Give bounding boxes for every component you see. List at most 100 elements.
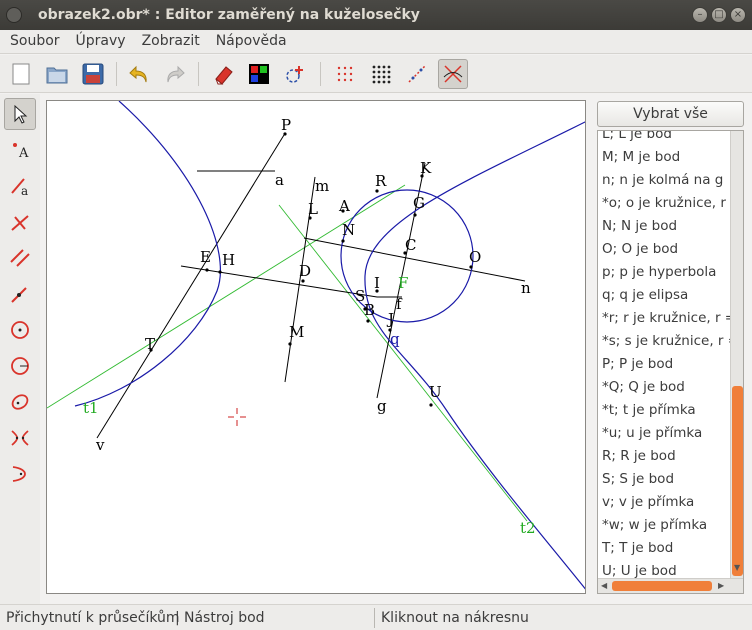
redo-icon[interactable] bbox=[160, 59, 190, 89]
label-b: B bbox=[364, 301, 376, 319]
list-item[interactable]: *Q; Q je bod bbox=[598, 376, 730, 399]
minimize-icon[interactable]: – bbox=[692, 7, 708, 23]
tangent-line-t2 bbox=[278, 204, 528, 522]
window-title: obrazek2.obr* : Editor zaměřený na kužel… bbox=[38, 7, 420, 23]
color-picker-icon[interactable] bbox=[244, 59, 274, 89]
menu-help[interactable]: Nápověda bbox=[206, 30, 293, 53]
parabola-tool-icon[interactable] bbox=[4, 458, 36, 490]
list-item[interactable]: M; M je bod bbox=[598, 146, 730, 169]
perpendicular-tool-icon[interactable] bbox=[4, 206, 36, 238]
object-list[interactable]: L; L je bod M; M je bod n; n je kolmá na g… bbox=[597, 130, 744, 594]
point-g[interactable] bbox=[413, 213, 417, 217]
hyperbola-tool-icon[interactable] bbox=[4, 422, 36, 454]
grid-dots-small-icon[interactable] bbox=[330, 59, 360, 89]
svg-text:A: A bbox=[18, 146, 29, 161]
label-g-point: G bbox=[413, 194, 425, 212]
point-e[interactable] bbox=[205, 268, 209, 272]
list-item[interactable]: *u; u je přímka bbox=[598, 422, 730, 445]
vertical-scrollbar[interactable]: ▼ bbox=[730, 131, 743, 579]
label-f-line: f bbox=[396, 295, 402, 313]
list-item[interactable]: *t; t je přímka bbox=[598, 399, 730, 422]
list-item[interactable]: P; P je bod bbox=[598, 353, 730, 376]
undo-icon[interactable] bbox=[124, 59, 154, 89]
open-icon[interactable] bbox=[42, 59, 72, 89]
list-item[interactable]: q; q je elipsa bbox=[598, 284, 730, 307]
list-item[interactable]: *o; o je kružnice, r = 1 bbox=[598, 192, 730, 215]
horizontal-scroll-thumb[interactable] bbox=[612, 581, 712, 591]
list-item[interactable]: *r; r je kružnice, r = 1 bbox=[598, 307, 730, 330]
menu-file[interactable]: Soubor bbox=[0, 30, 66, 53]
construction-figure bbox=[47, 101, 585, 590]
pointer-icon[interactable] bbox=[4, 98, 36, 130]
add-style-icon[interactable] bbox=[280, 59, 310, 89]
list-item[interactable]: T; T je bod bbox=[598, 537, 730, 560]
status-snap: Přichytnutí k průsečíkům bbox=[6, 610, 180, 626]
label-n-line: n bbox=[521, 279, 531, 297]
circle-tool-icon[interactable] bbox=[4, 314, 36, 346]
select-all-button[interactable]: Vybrat vše bbox=[597, 101, 744, 127]
point-b[interactable] bbox=[366, 319, 370, 323]
eraser-icon[interactable] bbox=[208, 59, 238, 89]
snap-points-icon[interactable] bbox=[402, 59, 432, 89]
menu-bar: Soubor Úpravy Zobrazit Nápověda bbox=[0, 30, 752, 54]
label-n-point: N bbox=[342, 221, 356, 239]
hyperbola-left-branch bbox=[74, 101, 221, 407]
maximize-icon[interactable]: □ bbox=[711, 7, 727, 23]
point-m[interactable] bbox=[288, 342, 292, 346]
grid-dots-large-icon[interactable] bbox=[366, 59, 396, 89]
window-menu[interactable] bbox=[6, 7, 22, 23]
close-icon[interactable]: × bbox=[730, 7, 746, 23]
list-item[interactable]: v; v je přímka bbox=[598, 491, 730, 514]
list-item[interactable]: *s; s je kružnice, r = 1 bbox=[598, 330, 730, 353]
scroll-right-icon[interactable]: ▶ bbox=[718, 581, 724, 590]
status-separator-pipe: | bbox=[175, 610, 180, 626]
object-panel: Vybrat vše L; L je bod M; M je bod n; n je… bbox=[593, 100, 752, 604]
line-tool-icon[interactable]: a bbox=[4, 170, 36, 202]
label-h: H bbox=[222, 251, 236, 269]
list-item[interactable]: *w; w je přímka bbox=[598, 514, 730, 537]
vertical-scroll-thumb[interactable] bbox=[732, 386, 743, 576]
label-i: I bbox=[374, 274, 380, 292]
label-j: J bbox=[388, 310, 395, 328]
list-item[interactable]: L; L je bod bbox=[598, 131, 730, 146]
save-icon[interactable] bbox=[78, 59, 108, 89]
label-l: L bbox=[308, 200, 318, 218]
label-p: P bbox=[281, 116, 292, 134]
point-u[interactable] bbox=[429, 403, 433, 407]
point-h[interactable] bbox=[218, 270, 222, 274]
label-a-point: A bbox=[339, 197, 350, 215]
label-v: v bbox=[96, 436, 105, 454]
tangent-tool-icon[interactable] bbox=[4, 278, 36, 310]
list-item[interactable]: S; S je bod bbox=[598, 468, 730, 491]
circle-radius-tool-icon[interactable] bbox=[4, 350, 36, 382]
label-c: C bbox=[405, 236, 417, 254]
list-item[interactable]: n; n je kolmá na g bbox=[598, 169, 730, 192]
ellipse-tool-icon[interactable] bbox=[4, 386, 36, 418]
label-t1: t1 bbox=[83, 399, 99, 417]
scroll-down-icon[interactable]: ▼ bbox=[734, 563, 740, 572]
list-item[interactable]: p; p je hyperbola bbox=[598, 261, 730, 284]
tool-palette: A a bbox=[0, 94, 40, 604]
new-icon[interactable] bbox=[6, 59, 36, 89]
label-k: K bbox=[420, 159, 432, 177]
scroll-left-icon[interactable]: ◀ bbox=[601, 581, 607, 590]
parallel-tool-icon[interactable] bbox=[4, 242, 36, 274]
status-hint: Kliknout na nákresnu bbox=[381, 610, 529, 626]
drawing-canvas[interactable]: P a m R K A L G N C O E H D I F f S n B … bbox=[46, 100, 586, 594]
label-u: U bbox=[429, 383, 442, 401]
status-bar: Přichytnutí k průsečíkům | Nástroj bod K… bbox=[0, 604, 752, 630]
point-tool-icon[interactable]: A bbox=[4, 134, 36, 166]
window-menu-icon[interactable] bbox=[6, 7, 22, 23]
menu-view[interactable]: Zobrazit bbox=[132, 30, 206, 53]
list-item[interactable]: N; N je bod bbox=[598, 215, 730, 238]
label-t: T bbox=[145, 335, 156, 353]
title-bar: obrazek2.obr* : Editor zaměřený na kužel… bbox=[0, 0, 752, 30]
list-item[interactable]: R; R je bod bbox=[598, 445, 730, 468]
horizontal-scrollbar[interactable]: ◀ ▶ bbox=[598, 578, 743, 593]
menu-edit[interactable]: Úpravy bbox=[66, 30, 132, 53]
point-n[interactable] bbox=[341, 239, 345, 243]
label-m-line: m bbox=[315, 177, 330, 195]
label-t2: t2 bbox=[520, 519, 536, 537]
list-item[interactable]: O; O je bod bbox=[598, 238, 730, 261]
snap-intersections-icon[interactable] bbox=[438, 59, 468, 89]
